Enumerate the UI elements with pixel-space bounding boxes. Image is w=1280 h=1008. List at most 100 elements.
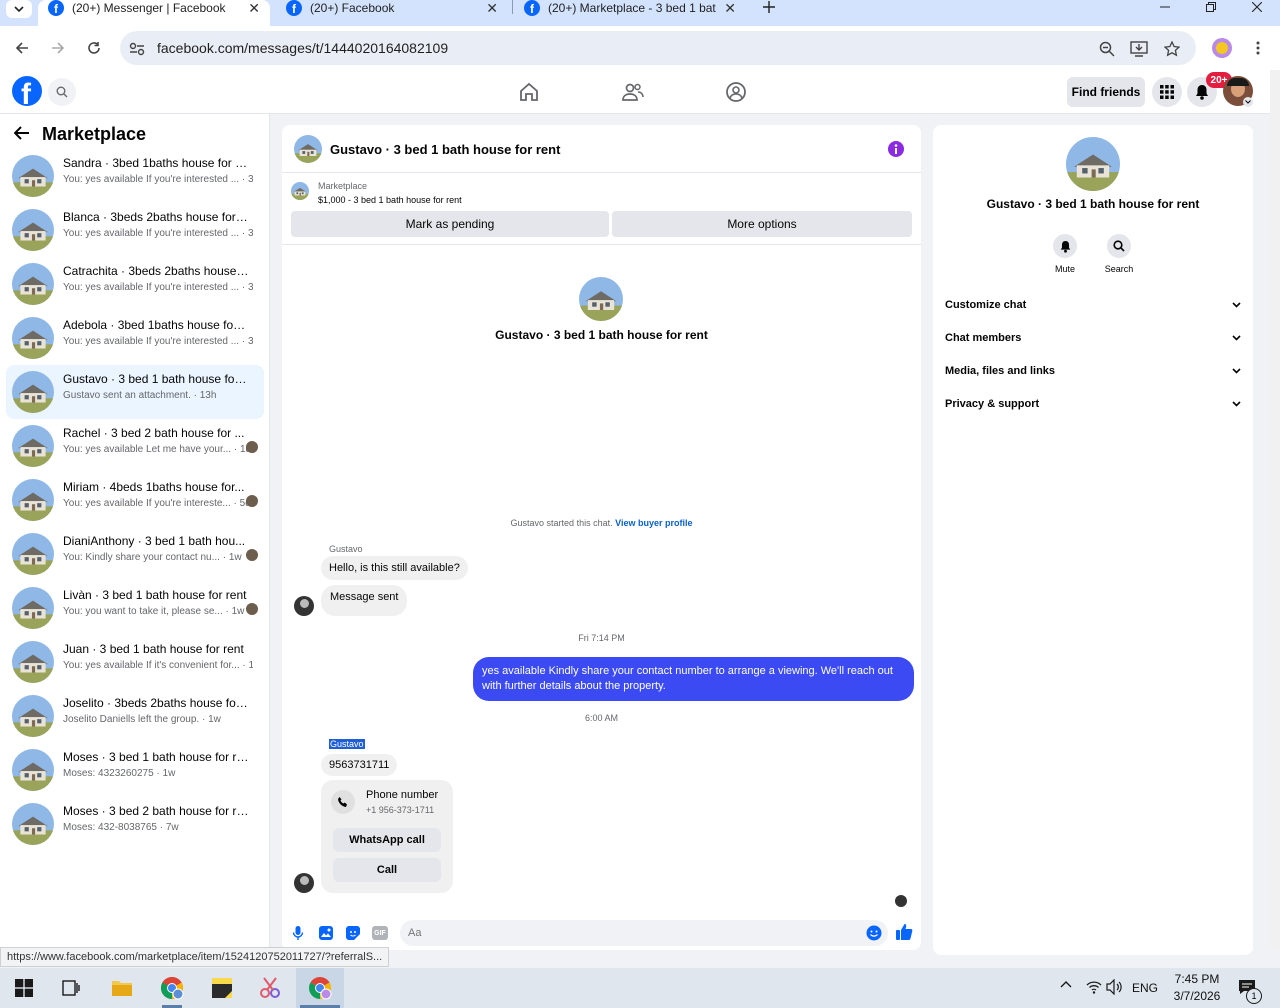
info-section-row[interactable]: Privacy & support [945, 392, 1241, 416]
back-arrow-icon[interactable] [14, 126, 30, 140]
chrome-profile-icon[interactable] [158, 974, 186, 1002]
gif-icon[interactable]: GIF [372, 926, 388, 940]
conversation-item[interactable]: Gustavo · 3 bed 1 bath house for r... Gus… [6, 365, 264, 419]
chat-avatar[interactable] [294, 135, 322, 163]
menu-button[interactable] [1152, 77, 1182, 107]
chat-header: Gustavo · 3 bed 1 bath house for rent [282, 125, 921, 173]
view-buyer-profile-link[interactable]: View buyer profile [615, 518, 692, 528]
find-friends-button[interactable]: Find friends [1067, 77, 1145, 107]
file-explorer-icon[interactable] [108, 974, 136, 1002]
mark-as-pending-button[interactable]: Mark as pending [291, 211, 609, 237]
conversation-preview: Moses: 4323260275 · 1w [63, 768, 176, 779]
volume-icon[interactable] [1106, 979, 1124, 995]
emoji-icon[interactable] [866, 925, 882, 941]
tab-search-button[interactable] [2, 0, 32, 26]
windows-start-icon[interactable] [10, 974, 38, 1002]
call-button[interactable]: Call [333, 858, 441, 882]
chrome-icon[interactable] [306, 974, 334, 1002]
site-settings-icon[interactable] [128, 40, 146, 58]
chevron-up-icon[interactable] [1060, 980, 1072, 988]
tab-marketplace[interactable]: f (20+) Marketplace - 3 bed 1 bat ✕ [514, 0, 746, 26]
sticker-icon[interactable] [345, 925, 361, 941]
sticky-notes-icon[interactable] [208, 974, 236, 1002]
info-icon[interactable] [888, 141, 904, 157]
conversation-item[interactable]: Joselito · 3beds 2baths house for r... Jo… [6, 689, 264, 743]
clock-date[interactable]: 3/7/2026 [1168, 989, 1226, 1003]
minimize-button[interactable] [1150, 0, 1180, 14]
close-icon[interactable]: ✕ [724, 0, 736, 17]
bookmark-star-icon[interactable] [1163, 40, 1181, 58]
listing-title[interactable]: $1,000 - 3 bed 1 bath house for rent [318, 195, 462, 205]
info-section-row[interactable]: Chat members [945, 326, 1241, 350]
conversation-item[interactable]: Miriam · 4beds 1baths house for... You: y… [6, 473, 264, 527]
photo-icon[interactable] [318, 925, 334, 941]
search-button[interactable] [48, 78, 76, 106]
close-icon[interactable]: ✕ [248, 0, 260, 17]
message-bubble-incoming[interactable]: 9563731711 [321, 754, 398, 776]
message-input[interactable] [400, 920, 888, 946]
more-options-button[interactable]: More options [612, 211, 912, 237]
sender-avatar[interactable] [294, 596, 314, 616]
mute-button[interactable] [1053, 234, 1077, 258]
conversation-item[interactable]: DianiAnthony · 3 bed 1 bath hou... You: K… [6, 527, 264, 581]
message-bubble-outgoing[interactable]: yes available Kindly share your contact … [473, 657, 914, 701]
message-bubble-incoming[interactable]: Hello, is this still available? [321, 556, 468, 580]
house-photo-icon [12, 641, 54, 683]
search-in-chat-button[interactable] [1107, 234, 1131, 258]
sender-avatar[interactable] [294, 873, 314, 893]
conversation-item[interactable]: Moses · 3 bed 1 bath house for rent Moses… [6, 743, 264, 797]
forward-button[interactable] [46, 36, 70, 60]
clock-time[interactable]: 7:45 PM [1172, 972, 1222, 986]
back-button[interactable] [10, 36, 34, 60]
whatsapp-call-button[interactable]: WhatsApp call [333, 828, 441, 852]
reload-button[interactable] [82, 36, 106, 60]
conversation-avatar [12, 803, 54, 845]
info-avatar[interactable] [1066, 137, 1120, 191]
chat-title[interactable]: Gustavo · 3 bed 1 bath house for rent [330, 142, 560, 157]
task-view-icon[interactable] [57, 974, 85, 1002]
browser-menu-button[interactable] [1246, 36, 1270, 60]
info-section-row[interactable]: Media, files and links [945, 359, 1241, 383]
conversation-item[interactable]: Catrachita · 3beds 2baths house fo... You… [6, 257, 264, 311]
info-section-row[interactable]: Customize chat [945, 293, 1241, 317]
window-close-button[interactable] [1242, 0, 1272, 14]
read-receipt-avatar [246, 441, 258, 453]
conversation-name: Joselito · 3beds 2baths house for r... [63, 696, 249, 710]
conversation-avatar [12, 209, 54, 251]
conversation-name: Juan · 3 bed 1 bath house for rent [63, 642, 244, 656]
conversation-item[interactable]: Rachel · 3 bed 2 bath house for ... You: … [6, 419, 264, 473]
conversation-name: Miriam · 4beds 1baths house for... [63, 480, 245, 494]
tab-title: (20+) Facebook [310, 1, 395, 15]
facebook-favicon-icon: f [524, 0, 540, 16]
facebook-logo-icon[interactable]: f [12, 76, 42, 106]
message-bubble-incoming[interactable]: Message sent [321, 585, 408, 616]
tab-messenger[interactable]: f (20+) Messenger | Facebook ✕ [38, 0, 270, 26]
snipping-tool-icon[interactable] [256, 974, 284, 1002]
conversation-item[interactable]: Adebola · 3bed 1baths house for r... You:… [6, 311, 264, 365]
install-app-icon[interactable] [1130, 40, 1148, 58]
conversation-item[interactable]: Livàn · 3 bed 1 bath house for rent You: … [6, 581, 264, 635]
page-scrollbar[interactable] [1270, 70, 1280, 950]
like-thumbs-up-icon[interactable] [895, 923, 913, 941]
conversation-item[interactable]: Moses · 3 bed 2 bath house for rent Moses… [6, 797, 264, 851]
zoom-icon[interactable] [1098, 40, 1116, 58]
bell-icon [1060, 240, 1070, 253]
info-section-label: Chat members [945, 332, 1022, 344]
conversation-item[interactable]: Blanca · 3beds 2baths house for re... You… [6, 203, 264, 257]
chevron-down-icon[interactable] [1243, 97, 1253, 107]
groups-nav-icon[interactable] [725, 81, 747, 103]
language-indicator[interactable]: ENG [1132, 981, 1158, 995]
tab-facebook[interactable]: f (20+) Facebook ✕ [276, 0, 508, 26]
microphone-icon[interactable] [292, 925, 304, 941]
home-nav-icon[interactable] [518, 82, 540, 102]
address-bar[interactable]: facebook.com/messages/t/1444020164082109 [120, 31, 1196, 65]
profile-avatar[interactable] [1209, 35, 1235, 61]
restore-button[interactable] [1196, 0, 1226, 14]
new-tab-button[interactable] [754, 0, 784, 14]
friends-nav-icon[interactable] [622, 82, 644, 102]
close-icon[interactable]: ✕ [486, 0, 498, 17]
conversation-item[interactable]: Juan · 3 bed 1 bath house for rent You: y… [6, 635, 264, 689]
listing-thumbnail[interactable] [291, 182, 309, 200]
conversation-item[interactable]: Sandra · 3bed 1baths house for re... You:… [6, 149, 264, 203]
network-icon[interactable] [1086, 979, 1102, 995]
